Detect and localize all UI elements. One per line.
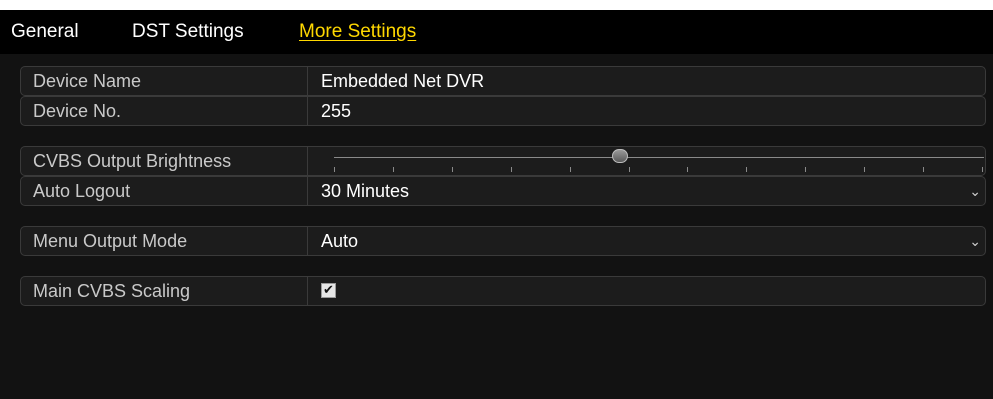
- cvbs-brightness-label: CVBS Output Brightness: [21, 147, 308, 175]
- tab-general[interactable]: General: [11, 21, 79, 43]
- cvbs-brightness-slider[interactable]: [318, 147, 984, 175]
- slider-tick: [687, 167, 688, 172]
- auto-logout-row: Auto Logout 30 Minutes ⌄: [20, 176, 986, 206]
- slider-track: [334, 157, 984, 158]
- chevron-down-icon[interactable]: ⌄: [969, 177, 981, 205]
- slider-tick: [570, 167, 571, 172]
- device-name-label: Device Name: [21, 67, 308, 95]
- top-clipped-strip: [0, 0, 993, 10]
- slider-tick: [334, 167, 335, 172]
- slider-tick: [452, 167, 453, 172]
- slider-tick: [923, 167, 924, 172]
- slider-tick: [393, 167, 394, 172]
- auto-logout-label: Auto Logout: [21, 177, 308, 205]
- slider-tick: [746, 167, 747, 172]
- auto-logout-select[interactable]: 30 Minutes: [321, 177, 409, 205]
- menu-output-mode-select[interactable]: Auto: [321, 227, 358, 255]
- slider-tick: [982, 167, 983, 172]
- main-cvbs-scaling-row: Main CVBS Scaling ✔: [20, 276, 986, 306]
- slider-thumb[interactable]: [612, 149, 628, 163]
- main-cvbs-scaling-label: Main CVBS Scaling: [21, 277, 308, 305]
- slider-tick: [629, 167, 630, 172]
- menu-output-mode-label: Menu Output Mode: [21, 227, 308, 255]
- device-name-row: Device Name Embedded Net DVR: [20, 66, 986, 96]
- tab-dst-settings[interactable]: DST Settings: [132, 21, 244, 43]
- device-no-row: Device No. 255: [20, 96, 986, 126]
- chevron-down-icon[interactable]: ⌄: [969, 227, 981, 255]
- tab-bar: General DST Settings More Settings: [0, 10, 993, 54]
- menu-output-mode-row: Menu Output Mode Auto ⌄: [20, 226, 986, 256]
- cvbs-brightness-row: CVBS Output Brightness: [20, 146, 986, 176]
- slider-tick: [864, 167, 865, 172]
- device-no-input[interactable]: 255: [321, 97, 351, 125]
- main-cvbs-scaling-checkbox[interactable]: ✔: [321, 283, 336, 298]
- slider-tick: [805, 167, 806, 172]
- device-no-label: Device No.: [21, 97, 308, 125]
- device-name-input[interactable]: Embedded Net DVR: [321, 67, 484, 95]
- tab-more-settings[interactable]: More Settings: [299, 21, 416, 43]
- slider-tick: [511, 167, 512, 172]
- screen: General DST Settings More Settings Devic…: [0, 0, 993, 399]
